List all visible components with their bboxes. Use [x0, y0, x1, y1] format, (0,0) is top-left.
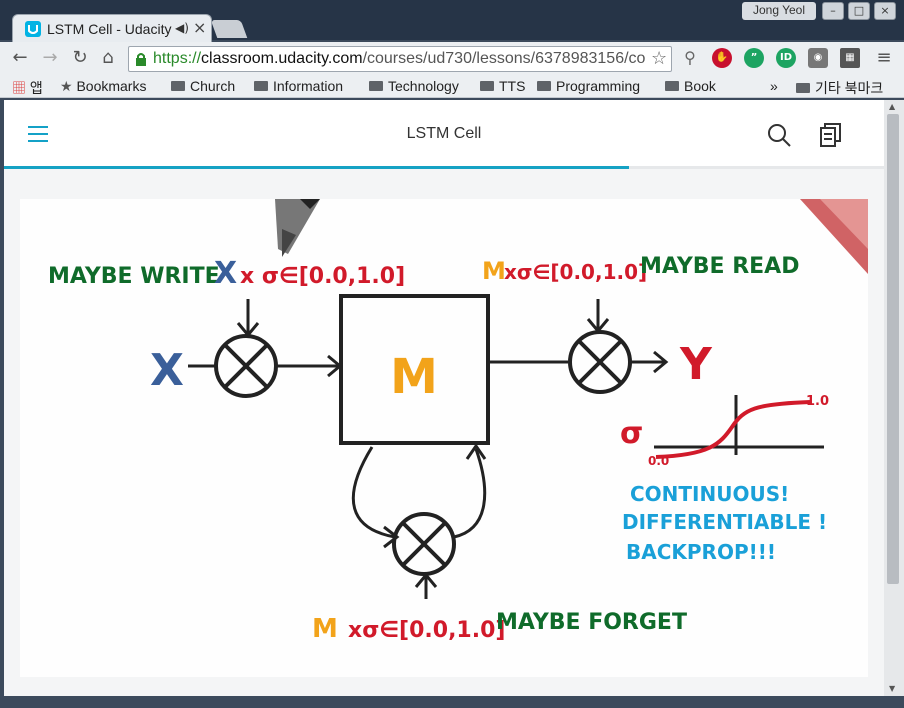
bookmark-label: TTS	[499, 78, 526, 94]
url-scheme: https://	[153, 50, 202, 67]
minimize-icon[interactable]: –	[822, 2, 844, 20]
classroom-header: LSTM Cell	[4, 100, 884, 169]
lesson-progress-fill	[4, 166, 629, 169]
read-gate-multiplier-icon	[568, 330, 632, 394]
forget-gate-multiplier-icon	[392, 512, 456, 576]
scrollbar-thumb[interactable]	[887, 114, 899, 584]
star-icon: ★	[60, 78, 73, 94]
sigmoid-max-label: 1.0	[806, 394, 829, 409]
pen-image	[275, 199, 320, 257]
sigmoid-curve	[655, 400, 811, 459]
other-bookmarks-folder[interactable]: 기타 북마크	[796, 78, 883, 98]
camera-extension-icon[interactable]: ◉	[808, 48, 828, 68]
url-text[interactable]: https://classroom.udacity.com/courses/ud…	[153, 50, 651, 68]
maybe-write-label: MAYBE WRITE	[48, 264, 220, 289]
memory-label: M	[390, 349, 438, 405]
lesson-progress-bar	[4, 166, 884, 169]
bookmark-folder-book[interactable]: Book	[665, 78, 716, 94]
maximize-icon[interactable]: □	[848, 2, 870, 20]
apps-label: 앱	[29, 80, 43, 96]
back-arrow-icon[interactable]: ←	[8, 46, 32, 70]
search-icon[interactable]	[766, 122, 792, 148]
quote-extension-icon[interactable]: ”	[744, 48, 764, 68]
lock-icon	[136, 53, 146, 66]
speaker-icon[interactable]: ◀)	[175, 21, 189, 35]
x-input-label-top: X	[214, 256, 237, 291]
bookmarks-overflow-button[interactable]: »	[770, 78, 778, 94]
forward-arrow-icon[interactable]: →	[38, 46, 62, 70]
tab-title: LSTM Cell - Udacity	[47, 21, 172, 37]
x-input-label: X	[150, 345, 184, 396]
grid-extension-icon[interactable]: ▦	[840, 48, 860, 68]
folder-icon	[254, 81, 268, 91]
sigma-label: σ	[620, 416, 643, 451]
decorative-corner-image	[800, 199, 868, 274]
note-line-2: DIFFERENTIABLE !	[622, 510, 827, 534]
bookmark-label: 기타 북마크	[815, 80, 884, 96]
lstm-diagram: MAYBE WRITE X x σ∈[0.0,1.0] X M Y M xσ∈[…	[48, 199, 868, 644]
udacity-favicon-icon	[25, 21, 41, 37]
zoom-icon[interactable]: ⚲	[680, 48, 700, 68]
memory-label-read: M	[482, 257, 506, 285]
close-window-icon[interactable]: ×	[874, 2, 896, 20]
tab-strip: LSTM Cell - Udacity ◀) × Jong Yeol – □ ×	[0, 0, 904, 42]
lesson-video[interactable]: MAYBE WRITE X x σ∈[0.0,1.0] X M Y M xσ∈[…	[20, 199, 868, 677]
page-viewport: LSTM Cell MAYBE WRITE X x σ∈[0.0,1.0] X …	[4, 100, 884, 696]
bookmark-folder-tts[interactable]: TTS	[480, 78, 525, 94]
address-bar[interactable]: https://classroom.udacity.com/courses/ud…	[128, 46, 672, 72]
maybe-forget-label: MAYBE FORGET	[496, 610, 687, 635]
folder-icon	[480, 81, 494, 91]
write-gate-label: x σ∈[0.0,1.0]	[240, 264, 405, 289]
bookmark-label: Technology	[388, 78, 459, 94]
bookmark-label: Bookmarks	[76, 78, 147, 94]
url-path: /courses/ud730/lessons/6378983156/co	[362, 50, 646, 67]
scroll-down-icon[interactable]: ▼	[889, 684, 895, 693]
bookmark-folder-programming[interactable]: Programming	[537, 78, 640, 94]
bookmarks-bar: ▦ 앱 ★ Bookmarks Church Information Techn…	[0, 76, 904, 98]
folder-icon	[665, 81, 679, 91]
bookmark-label: Church	[190, 78, 236, 94]
bookmark-folder-information[interactable]: Information	[254, 78, 343, 94]
url-host: classroom.udacity.com	[201, 50, 363, 67]
folder-icon	[796, 83, 810, 93]
sigmoid-min-label: 0.0	[648, 454, 669, 468]
write-gate-multiplier-icon	[214, 334, 278, 398]
bookmark-label: Book	[684, 78, 716, 94]
bookmark-label: Programming	[556, 78, 641, 94]
home-icon[interactable]: ⌂	[96, 46, 120, 70]
scroll-up-icon[interactable]: ▲	[889, 102, 895, 111]
note-line-1: CONTINUOUS!	[630, 482, 789, 506]
browser-tab[interactable]: LSTM Cell - Udacity ◀) ×	[12, 14, 212, 42]
reload-icon[interactable]: ↻	[68, 46, 92, 70]
bookmark-folder-church[interactable]: Church	[171, 78, 235, 94]
bookmark-folder-technology[interactable]: Technology	[369, 78, 459, 94]
id-extension-icon[interactable]: ID	[776, 48, 796, 68]
read-gate-label: xσ∈[0.0,1.0]	[504, 260, 647, 284]
bookmark-label: Information	[273, 78, 344, 94]
folder-icon	[171, 81, 185, 91]
notes-icon[interactable]	[818, 122, 844, 148]
forget-gate-label: xσ∈[0.0,1.0]	[348, 618, 505, 643]
menu-icon[interactable]: ≡	[872, 46, 896, 70]
hamburger-menu-icon[interactable]	[28, 126, 48, 142]
folder-icon	[369, 81, 383, 91]
browser-toolbar: ← → ↻ ⌂ https://classroom.udacity.com/co…	[0, 42, 904, 76]
new-tab-button[interactable]	[210, 20, 248, 38]
profile-button[interactable]: Jong Yeol	[742, 2, 816, 20]
y-output-label: Y	[679, 339, 713, 390]
bookmark-star-icon[interactable]: ☆	[651, 48, 667, 69]
page-scrollbar[interactable]: ▲ ▼	[884, 100, 904, 696]
folder-icon	[537, 81, 551, 91]
adblock-icon[interactable]: ✋	[712, 48, 732, 68]
apps-grid-icon: ▦	[12, 80, 26, 96]
apps-shortcut[interactable]: ▦ 앱	[12, 78, 43, 98]
memory-label-forget: M	[312, 614, 338, 644]
maybe-read-label: MAYBE READ	[640, 254, 799, 279]
close-tab-icon[interactable]: ×	[193, 18, 206, 37]
note-line-3: BACKPROP!!!	[626, 540, 776, 564]
bookmark-item-bookmarks[interactable]: ★ Bookmarks	[60, 78, 146, 95]
page-title: LSTM Cell	[406, 125, 482, 142]
browser-window: LSTM Cell - Udacity ◀) × Jong Yeol – □ ×…	[0, 0, 904, 708]
